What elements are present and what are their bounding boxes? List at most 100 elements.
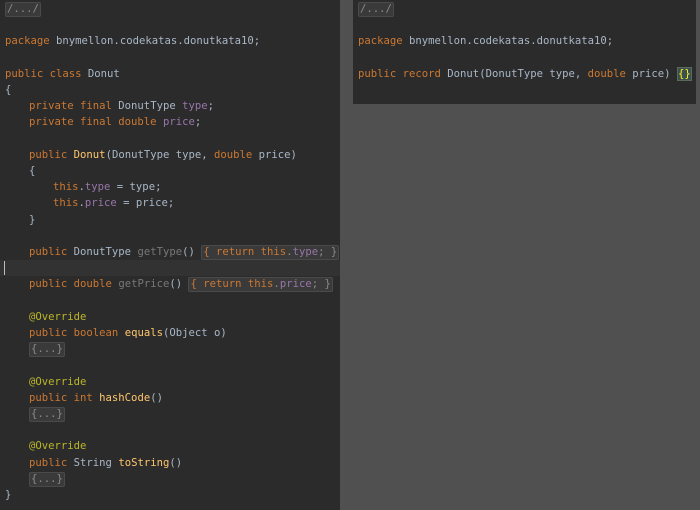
code-token: () [150, 391, 163, 404]
folded-region[interactable]: /.../ [5, 2, 41, 17]
folded-region[interactable]: {...} [31, 408, 63, 420]
code-line[interactable]: { [0, 82, 340, 98]
code-text: public record Donut(DonutType type, doub… [358, 66, 692, 82]
code-token: { [29, 165, 36, 177]
code-line[interactable]: {...} [0, 471, 340, 487]
code-token: Donut(DonutType type, [440, 67, 588, 80]
code-text: { [29, 163, 35, 179]
code-line[interactable] [0, 50, 340, 66]
code-text: package bnymellon.codekatas.donutkata10; [5, 33, 260, 49]
code-token: price) [625, 67, 677, 80]
folded-region[interactable]: /.../ [360, 3, 392, 15]
code-token: public boolean [29, 327, 119, 339]
code-token: (Object o) [162, 327, 227, 339]
code-text: private final DonutType type; [29, 98, 214, 114]
code-token: package [5, 35, 50, 48]
code-line[interactable]: public String toString() [0, 455, 340, 471]
folded-region[interactable]: } [331, 246, 337, 258]
code-text: /.../ [358, 1, 394, 17]
code-token: public record [358, 67, 441, 80]
folded-region[interactable]: return this [216, 246, 286, 258]
folded-region[interactable]: ; [318, 246, 331, 258]
code-line[interactable]: { [0, 163, 340, 179]
code-line[interactable]: {...} [0, 341, 340, 358]
code-text: public String toString() [29, 455, 182, 471]
code-line[interactable] [0, 260, 340, 277]
code-text: { [5, 82, 11, 98]
code-token: double [587, 67, 626, 80]
folded-region[interactable]: { [190, 278, 203, 290]
code-token: () [169, 456, 183, 469]
code-token: @Override [29, 440, 87, 453]
code-token: private final [29, 100, 112, 113]
code-line[interactable]: } [0, 487, 340, 503]
code-token: this [53, 181, 79, 194]
folded-region[interactable]: /.../ [358, 2, 394, 17]
code-token: = type; [110, 181, 162, 194]
code-text: this.type = type; [53, 179, 161, 195]
code-token: bnymellon.codekatas.donutkata10; [49, 35, 261, 48]
code-line[interactable]: this.type = type; [0, 179, 340, 195]
code-token: @Override [29, 375, 87, 388]
folded-region[interactable]: {...} [31, 473, 63, 485]
code-token: DonutType [111, 100, 183, 113]
code-text: @Override [29, 438, 86, 454]
code-line[interactable]: @Override [0, 374, 340, 390]
left-editor-pane[interactable]: /.../ package bnymellon.codekatas.donutka… [0, 0, 340, 510]
code-line[interactable] [0, 422, 340, 438]
folded-region[interactable]: {...} [29, 407, 65, 422]
folded-region[interactable]: /.../ [7, 3, 39, 15]
code-token: package [358, 35, 403, 48]
code-line[interactable]: public boolean equals(Object o) [0, 325, 340, 341]
folded-region[interactable]: { return this.type; } [201, 245, 340, 260]
code-line[interactable] [0, 17, 340, 33]
code-text: package bnymellon.codekatas.donutkata10; [358, 33, 613, 49]
code-line[interactable]: public class Donut [0, 66, 340, 82]
code-line[interactable]: /.../ [353, 1, 696, 17]
code-line[interactable]: package bnymellon.codekatas.donutkata10; [0, 33, 340, 49]
code-text: public boolean equals(Object o) [29, 325, 227, 341]
code-token: bnymellon.codekatas.donutkata10; [402, 35, 614, 48]
code-line[interactable]: @Override [0, 309, 340, 325]
code-line[interactable]: private final double price; [0, 114, 340, 130]
code-text: public Donut(DonutType type, double pric… [29, 147, 297, 163]
folded-region[interactable]: type [293, 246, 319, 258]
folded-region[interactable]: ; [312, 278, 325, 290]
folded-region[interactable]: return this [203, 278, 273, 290]
code-text: @Override [29, 374, 86, 390]
code-line[interactable]: public record Donut(DonutType type, doub… [353, 66, 696, 82]
code-token: getType [137, 246, 183, 258]
code-line[interactable]: @Override [0, 438, 340, 454]
code-token: getPrice [118, 278, 170, 291]
right-editor-pane[interactable]: /.../ package bnymellon.codekatas.donutka… [353, 0, 696, 104]
code-token: type [84, 181, 111, 194]
folded-region[interactable]: price [280, 278, 312, 290]
code-line[interactable] [353, 17, 696, 33]
code-line[interactable]: {...} [0, 406, 340, 422]
code-line[interactable] [0, 131, 340, 147]
folded-region[interactable]: } [324, 278, 330, 290]
code-line[interactable]: } [0, 212, 340, 228]
code-line[interactable] [0, 357, 340, 373]
code-text: public DonutType getType() { return this… [29, 244, 340, 260]
code-token: Donut [81, 67, 120, 80]
code-line[interactable]: private final DonutType type; [0, 98, 340, 114]
code-token: private final double [29, 116, 157, 129]
code-line[interactable]: public double getPrice() { return this.p… [0, 276, 340, 293]
code-line[interactable] [0, 293, 340, 309]
code-line[interactable]: this.price = price; [0, 195, 340, 211]
code-line[interactable]: public Donut(DonutType type, double pric… [0, 147, 340, 163]
code-line[interactable]: /.../ [0, 1, 340, 17]
code-token: price [162, 116, 195, 129]
code-line[interactable] [353, 50, 696, 66]
folded-region[interactable]: {...} [29, 471, 65, 487]
folded-region[interactable]: {...} [29, 342, 65, 358]
code-token: public [29, 148, 68, 161]
code-line[interactable]: public int hashCode() [0, 390, 340, 406]
folded-region[interactable]: { [203, 246, 216, 258]
folded-region[interactable]: {...} [31, 343, 63, 355]
code-line[interactable] [0, 228, 340, 244]
code-line[interactable]: package bnymellon.codekatas.donutkata10; [353, 33, 696, 49]
code-line[interactable]: public DonutType getType() { return this… [0, 244, 340, 260]
folded-region[interactable]: { return this.price; } [188, 277, 333, 293]
